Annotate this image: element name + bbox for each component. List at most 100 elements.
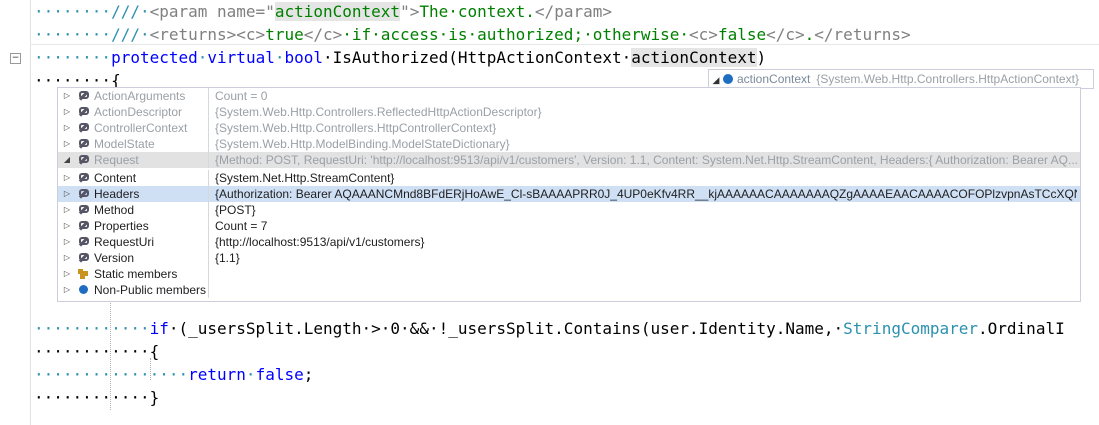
code-token: bool (284, 48, 324, 67)
datatip-row-version[interactable]: ▷ Version {1.1} (58, 250, 1080, 266)
object-icon (723, 74, 733, 84)
code-line[interactable]: ················return·false; (34, 363, 313, 386)
wrench-icon (78, 253, 89, 263)
datatip-row-name: ActionDescriptor (94, 105, 183, 119)
code-token: .OrdinalI (978, 319, 1065, 338)
collapsed-triangle-icon[interactable]: ▷ (62, 186, 72, 202)
column-divider (208, 186, 209, 202)
column-divider (208, 170, 209, 186)
datatip-row-method[interactable]: ▷ Method {POST} (58, 202, 1080, 218)
code-token: ················ (34, 365, 189, 384)
datatip-row-value: {POST} (215, 203, 256, 217)
datatip-root-name: actionContext (737, 72, 811, 86)
collapsed-triangle-icon[interactable]: ▷ (62, 266, 72, 282)
datatip-row-value: {http://localhost:9513/api/v1/customers} (215, 235, 425, 249)
code-token: false (717, 25, 767, 44)
datatip-row-value: Count = 7 (215, 219, 268, 233)
collapsed-triangle-icon[interactable]: ▷ (62, 120, 72, 136)
code-token: true (265, 25, 304, 44)
datatip-row-requesturi[interactable]: ▷ RequestUri {http://localhost:9513/api/v1… (58, 234, 1080, 250)
datatip-row-value: {Authorization: Bearer AQAAANCMnd8BFdERj… (215, 187, 1077, 201)
expanded-triangle-icon[interactable]: ◢ (62, 152, 72, 168)
code-token: </param> (534, 2, 612, 21)
wrench-icon (78, 205, 89, 215)
code-line[interactable]: ········///·<param name="actionContext">… (34, 0, 612, 23)
datatip-row-modelstate[interactable]: ▷ ModelState {System.Web.Http.ModelBinding… (58, 136, 1080, 152)
datatip-row-content[interactable]: ▷ Content {System.Net.Http.StreamContent} (58, 170, 1080, 186)
code-token: ·IsAuthorized(HttpActionContext· (323, 48, 632, 67)
code-token: ············{ (34, 342, 160, 361)
code-token: · (197, 48, 208, 67)
wrench-icon (78, 237, 89, 247)
datatip-row-actiondescriptor[interactable]: ▷ ActionDescriptor {System.Web.Http.Contro… (58, 104, 1080, 120)
collapsed-triangle-icon[interactable]: ▷ (62, 170, 72, 186)
collapsed-triangle-icon[interactable]: ▷ (62, 136, 72, 152)
code-token: ············} (34, 388, 160, 407)
collapse-toggle-icon[interactable]: − (10, 53, 21, 64)
collapsed-triangle-icon[interactable]: ▷ (62, 234, 72, 250)
code-token: <c> (689, 25, 718, 44)
datatip-root[interactable]: ◢ actionContext {System.Web.Http.Controlle… (708, 69, 1094, 89)
indent-guide (150, 358, 151, 380)
code-token: if (149, 319, 169, 338)
collapsed-triangle-icon[interactable]: ▷ (62, 202, 72, 218)
code-token: ········///· (34, 2, 150, 21)
code-token: ·(_usersSplit.Length·>·0·&&·!_usersSplit… (168, 319, 844, 338)
collapsed-triangle-icon[interactable]: ▷ (62, 250, 72, 266)
datatip-row-value: Count = 0 (215, 89, 268, 103)
collapsed-triangle-icon[interactable]: ▷ (62, 218, 72, 234)
column-divider (208, 104, 209, 120)
datatip-row-value: {Method: POST, RequestUri: 'http://local… (215, 153, 1077, 167)
datatip-row-static-members[interactable]: ▷ Static members (58, 266, 1080, 282)
code-token: <returns><c> (149, 25, 266, 44)
code-token: The·context. (419, 2, 535, 21)
code-line[interactable]: ············{ (34, 340, 159, 363)
code-editor[interactable]: − ········///·<param name="actionContext… (0, 0, 1099, 425)
datatip-row-headers[interactable]: ▷ Headers {Authorization: Bearer AQAAANCMn… (58, 186, 1080, 202)
code-token: virtual (207, 48, 275, 67)
column-divider (208, 266, 209, 282)
wrench-icon (78, 221, 89, 231)
collapsed-triangle-icon[interactable]: ▷ (62, 282, 72, 298)
code-line[interactable]: ········///·<returns><c>true </c> ·if·acce… (34, 23, 911, 46)
code-token: · (245, 365, 256, 384)
datatip-row-name: ControllerContext (94, 121, 188, 135)
datatip-row-value: {System.Web.Http.Controllers.HttpControl… (215, 121, 497, 135)
datatip-row-name: Content (94, 171, 137, 185)
column-divider (208, 282, 209, 298)
static-members-icon (78, 269, 89, 279)
code-token: actionContext (631, 48, 757, 67)
wrench-icon (78, 123, 89, 133)
collapsed-triangle-icon[interactable]: ▷ (62, 104, 72, 120)
code-token: protected (111, 48, 198, 67)
column-divider (208, 120, 209, 136)
datatip-row-name: ActionArguments (94, 89, 186, 103)
datatip-row-name: Request (94, 153, 139, 167)
datatip-row-non-public-members[interactable]: ▷ Non-Public members (58, 282, 1080, 298)
datatip-row-name: ModelState (94, 137, 155, 151)
column-divider (208, 152, 209, 168)
datatip-row-name: Method (94, 203, 135, 217)
column-divider (208, 218, 209, 234)
datatip-panel[interactable]: ▷ ActionArguments Count = 0 ▷ ActionDescript… (57, 87, 1081, 302)
datatip-row-request[interactable]: ◢ Request {Method: POST, RequestUri: 'http… (58, 152, 1080, 168)
datatip-row-name: Headers (94, 187, 140, 201)
wrench-icon (78, 189, 89, 199)
code-token: . (804, 25, 815, 44)
datatip-row-value: {System.Web.Http.ModelBinding.ModelState… (215, 137, 510, 151)
datatip-row-actionarguments[interactable]: ▷ ActionArguments Count = 0 (58, 88, 1080, 104)
code-line[interactable]: ············if·(_usersSplit.Length·>·0·&… (34, 317, 1065, 340)
column-divider (208, 250, 209, 266)
datatip-row-properties[interactable]: ▷ Properties Count = 7 (58, 218, 1080, 234)
datatip-row-controllercontext[interactable]: ▷ ControllerContext {System.Web.Http.Contr… (58, 120, 1080, 136)
code-token: ·if·access·is·authorized;·otherwise· (342, 25, 690, 44)
code-token: ············ (34, 319, 150, 338)
datatip-row-value: {1.1} (215, 251, 240, 265)
code-token: ········///· (34, 25, 150, 44)
code-line[interactable]: ········protected·virtual·bool·IsAuthori… (34, 46, 766, 69)
datatip-row-name: RequestUri (94, 235, 155, 249)
code-token: </c> (766, 25, 805, 44)
code-token: ········ (34, 48, 112, 67)
code-line[interactable]: ············} (34, 386, 159, 409)
collapsed-triangle-icon[interactable]: ▷ (62, 88, 72, 104)
